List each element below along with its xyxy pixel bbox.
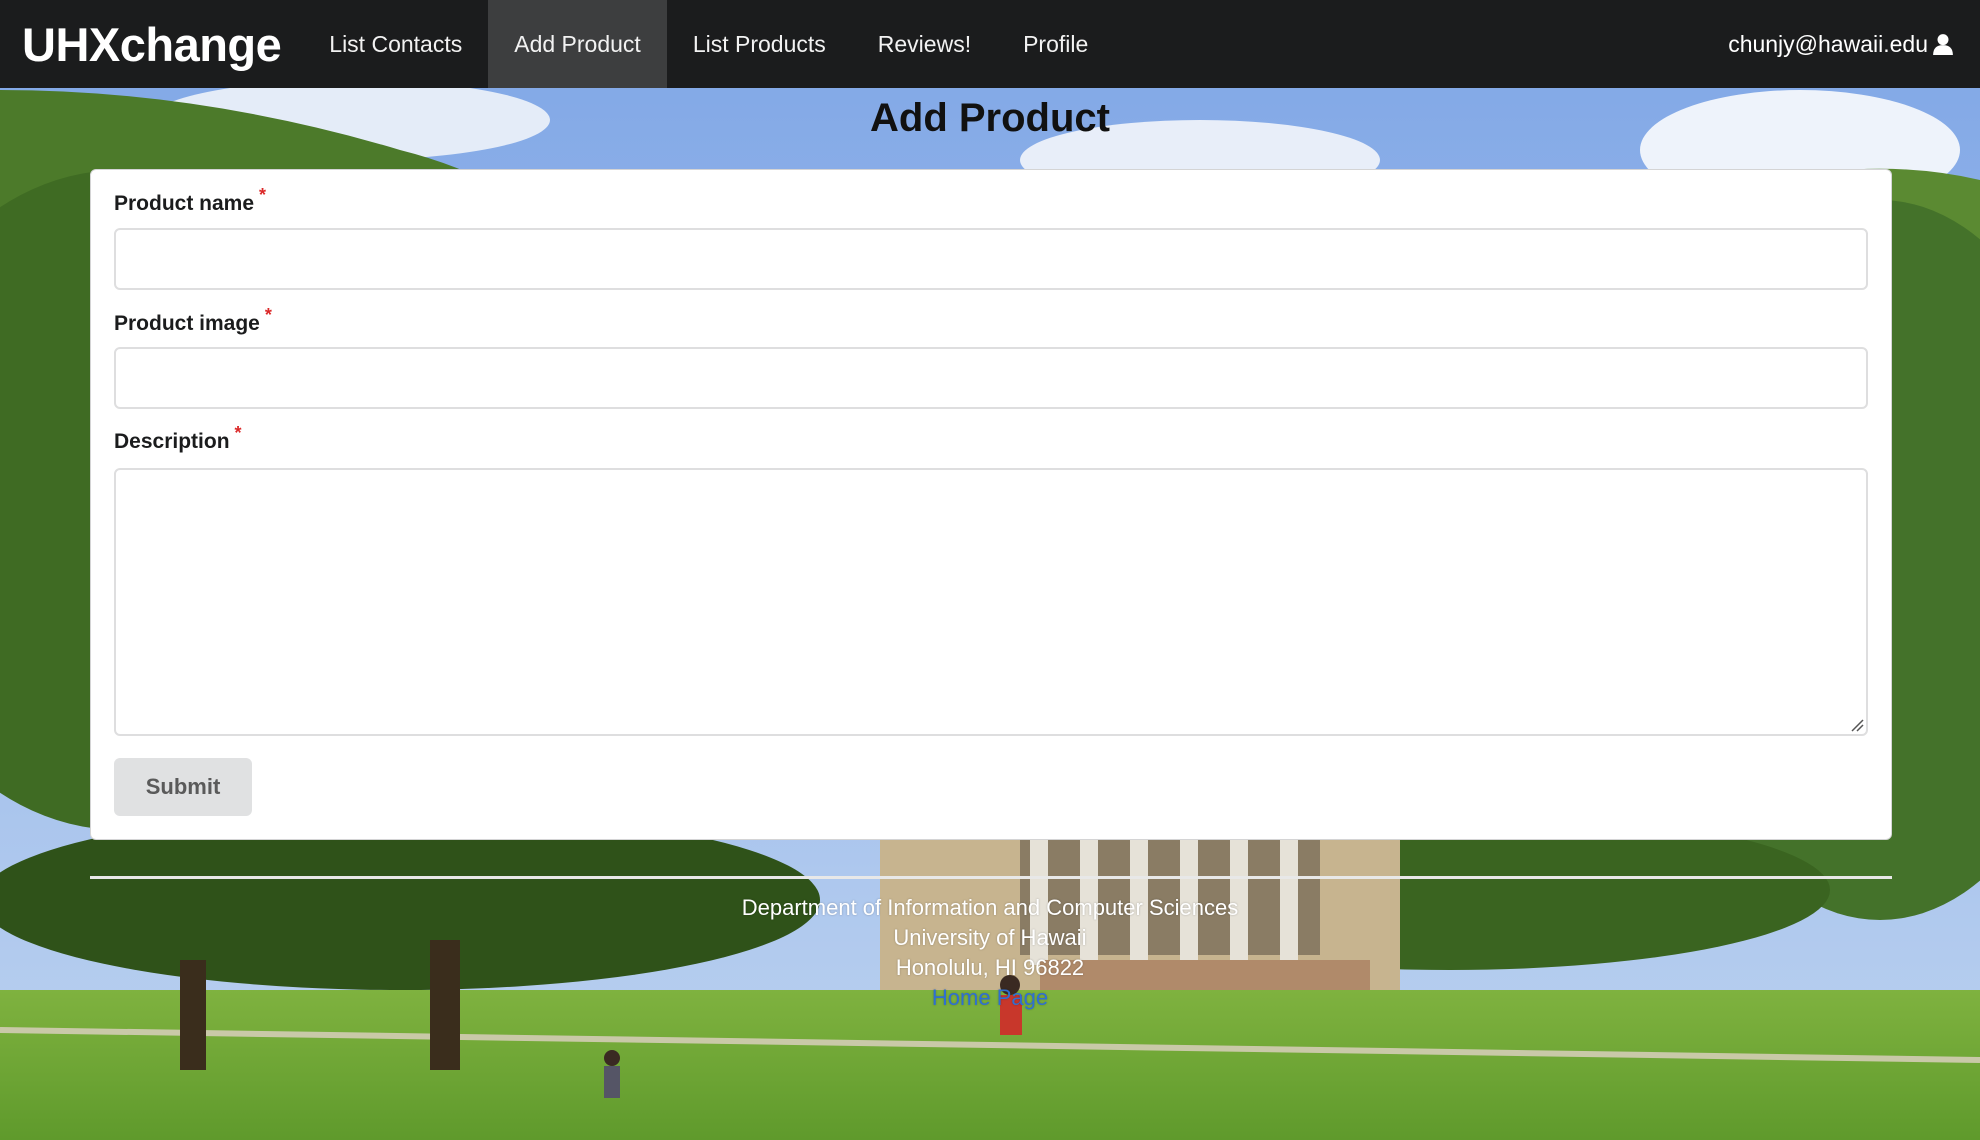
description-textarea[interactable] bbox=[114, 468, 1868, 736]
required-mark: * bbox=[264, 305, 272, 325]
required-mark: * bbox=[259, 185, 267, 205]
home-page-link[interactable]: Home Page bbox=[0, 983, 1980, 1013]
product-name-input[interactable] bbox=[114, 228, 1868, 290]
description-label: Description * bbox=[114, 423, 242, 454]
page-title: Add Product bbox=[870, 96, 1110, 140]
required-mark: * bbox=[234, 423, 242, 443]
top-navbar: UHXchange List Contacts Add Product List… bbox=[0, 0, 1980, 88]
resize-handle-icon[interactable] bbox=[1848, 716, 1864, 732]
footer-address: Honolulu, HI 96822 bbox=[895, 955, 1085, 980]
footer-university: University of Hawaii bbox=[893, 925, 1087, 950]
add-product-form: Product name * Product image * Description… bbox=[90, 169, 1892, 840]
nav-list-contacts[interactable]: List Contacts bbox=[303, 0, 488, 88]
nav-add-product[interactable]: Add Product bbox=[488, 0, 667, 88]
nav-list-products[interactable]: List Products bbox=[667, 0, 852, 88]
user-menu[interactable]: chunjy@hawaii.edu bbox=[1728, 0, 1980, 88]
user-email: chunjy@hawaii.edu bbox=[1728, 30, 1928, 57]
nav-reviews[interactable]: Reviews! bbox=[852, 0, 997, 88]
user-icon bbox=[1932, 33, 1954, 55]
product-image-input[interactable] bbox=[114, 347, 1868, 409]
footer-department: Department of Information and Computer S… bbox=[741, 895, 1239, 920]
brand-logo[interactable]: UHXchange bbox=[0, 0, 303, 88]
footer-divider bbox=[90, 876, 1892, 879]
product-image-label-text: Product image bbox=[114, 312, 260, 335]
product-name-label-text: Product name bbox=[114, 192, 255, 215]
description-label-text: Description bbox=[114, 430, 230, 453]
product-image-label: Product image * bbox=[114, 305, 272, 336]
nav-profile[interactable]: Profile bbox=[997, 0, 1114, 88]
submit-button[interactable]: Submit bbox=[114, 758, 252, 816]
product-name-label: Product name * bbox=[114, 185, 266, 216]
footer: Department of Information and Computer S… bbox=[0, 893, 1980, 1013]
